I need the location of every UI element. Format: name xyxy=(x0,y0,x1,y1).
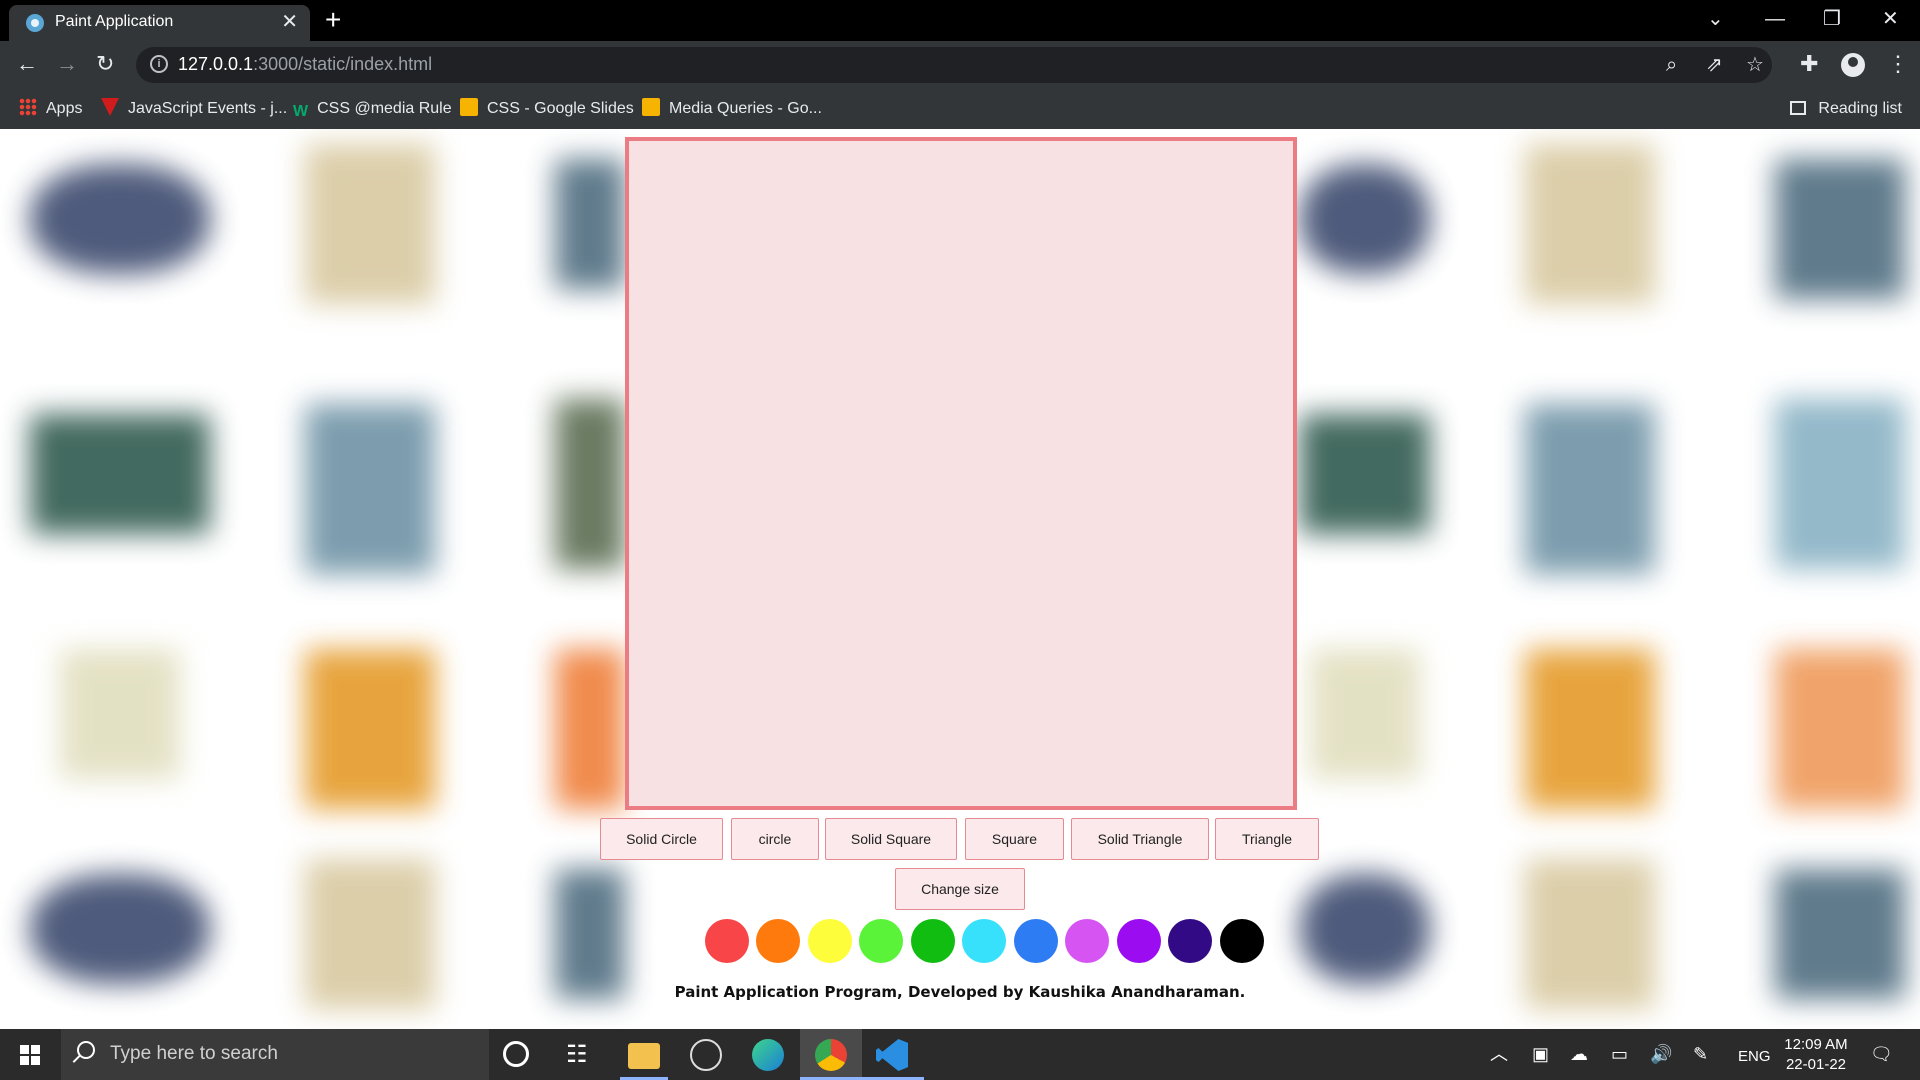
shape-toolbar: Solid Circle circle Solid Square Square … xyxy=(0,818,1920,910)
show-hidden-icons-icon[interactable]: ︿ xyxy=(1490,1043,1508,1065)
color-swatch[interactable] xyxy=(756,919,800,963)
apps-grid-icon xyxy=(19,98,37,116)
bookmark-css-google-slides[interactable]: CSS - Google Slides xyxy=(460,98,634,120)
meet-now-icon[interactable]: ▣ xyxy=(1532,1043,1549,1065)
share-icon[interactable]: ⇗ xyxy=(1706,53,1723,77)
zoom-icon[interactable]: ⌕ xyxy=(1666,53,1677,77)
url-text[interactable]: 127.0.0.1:3000/static/index.html xyxy=(178,54,432,75)
dell-icon[interactable] xyxy=(690,1039,722,1071)
battery-icon[interactable]: ▭ xyxy=(1611,1043,1628,1065)
tab-title: Paint Application xyxy=(55,13,174,30)
windows-start-icon[interactable] xyxy=(20,1045,40,1065)
taskbar-search[interactable]: Type here to search xyxy=(61,1029,489,1080)
language-indicator[interactable]: ENG xyxy=(1738,1046,1771,1068)
solid-square-button[interactable]: Solid Square xyxy=(825,818,957,860)
color-swatch[interactable] xyxy=(1116,919,1161,963)
back-icon[interactable]: ← xyxy=(16,51,38,77)
color-swatch[interactable] xyxy=(704,919,749,963)
onedrive-icon[interactable]: ☁ xyxy=(1570,1043,1588,1065)
reload-icon[interactable]: ↻ xyxy=(96,51,114,77)
tab-strip: Paint Application ✕ + ⌄ — ❐ ✕ xyxy=(0,0,1920,41)
bookmark-css-media-rule[interactable]: W CSS @media Rule xyxy=(293,98,452,120)
cortana-icon[interactable] xyxy=(503,1041,529,1067)
color-swatch[interactable] xyxy=(807,919,852,963)
pen-icon[interactable]: ✎ xyxy=(1693,1043,1708,1065)
profile-avatar-icon[interactable] xyxy=(1841,53,1865,77)
minimize-icon[interactable]: — xyxy=(1765,6,1785,32)
search-placeholder: Type here to search xyxy=(110,1043,278,1064)
vscode-icon[interactable] xyxy=(876,1039,908,1071)
system-clock[interactable]: 12:09 AM 22-01-22 xyxy=(1773,1035,1859,1075)
color-palette xyxy=(0,919,1920,965)
search-icon xyxy=(77,1041,95,1059)
forward-icon[interactable]: → xyxy=(56,51,78,77)
edge-browser-icon[interactable] xyxy=(752,1039,784,1071)
w3schools-icon: W xyxy=(293,103,309,120)
close-tab-icon[interactable]: ✕ xyxy=(281,11,298,33)
browser-tab[interactable]: Paint Application ✕ xyxy=(9,5,310,41)
taskbar: Type here to search ☷ ︿ ▣ ☁ ▭ 🔊 ✎ ENG 12… xyxy=(0,1029,1920,1080)
page-body: Solid Circle circle Solid Square Square … xyxy=(0,129,1920,1029)
color-swatch[interactable] xyxy=(1013,919,1058,963)
bookmark-apps[interactable]: Apps xyxy=(19,98,82,120)
square-button[interactable]: Square xyxy=(965,818,1064,860)
color-swatch[interactable] xyxy=(1065,919,1109,963)
close-window-icon[interactable]: ✕ xyxy=(1882,6,1899,32)
change-size-button[interactable]: Change size xyxy=(895,868,1025,910)
color-swatch[interactable] xyxy=(962,919,1006,963)
circle-button[interactable]: circle xyxy=(731,818,819,860)
site-info-icon[interactable]: i xyxy=(150,55,168,73)
color-swatch[interactable] xyxy=(910,919,955,963)
reading-list-button[interactable]: Reading list xyxy=(1790,98,1902,120)
restore-icon[interactable]: ❐ xyxy=(1823,6,1841,32)
footer-credit: Paint Application Program, Developed by … xyxy=(674,983,1246,1001)
menu-icon[interactable]: ⋮ xyxy=(1887,51,1909,77)
color-swatch[interactable] xyxy=(653,919,697,963)
solid-circle-button[interactable]: Solid Circle xyxy=(600,818,723,860)
new-tab-icon[interactable]: + xyxy=(325,4,341,36)
notifications-icon[interactable]: 🗨 xyxy=(1870,1043,1893,1065)
google-slides-icon xyxy=(642,98,660,116)
solid-triangle-button[interactable]: Solid Triangle xyxy=(1071,818,1209,860)
task-view-icon[interactable]: ☷ xyxy=(566,1039,598,1071)
clock-date: 22-01-22 xyxy=(1785,1056,1847,1073)
drawing-canvas[interactable] xyxy=(625,137,1297,810)
color-swatch[interactable] xyxy=(1219,919,1264,963)
bookmarks-bar: Apps JavaScript Events - j... W CSS @medi… xyxy=(0,89,1920,129)
extensions-icon[interactable]: ✚ xyxy=(1800,51,1818,77)
bookmark-favicon-icon xyxy=(101,98,119,116)
clock-time: 12:09 AM xyxy=(1784,1036,1848,1053)
google-slides-icon xyxy=(460,98,478,116)
triangle-button[interactable]: Triangle xyxy=(1215,818,1319,860)
bookmark-media-queries[interactable]: Media Queries - Go... xyxy=(642,98,822,120)
tab-search-icon[interactable]: ⌄ xyxy=(1707,6,1724,32)
bookmark-javascript-events[interactable]: JavaScript Events - j... xyxy=(101,98,287,120)
reading-list-icon xyxy=(1790,101,1807,115)
chrome-browser-icon[interactable] xyxy=(815,1039,847,1071)
app-favicon-icon xyxy=(26,14,44,32)
volume-icon[interactable]: 🔊 xyxy=(1650,1043,1672,1065)
address-bar[interactable]: i 127.0.0.1:3000/static/index.html ⌕ ⇗ ☆ xyxy=(136,47,1772,83)
color-swatch[interactable] xyxy=(1168,919,1212,963)
color-swatch[interactable] xyxy=(859,919,903,963)
bookmark-star-icon[interactable]: ☆ xyxy=(1746,53,1764,77)
file-explorer-icon[interactable] xyxy=(628,1043,660,1069)
browser-toolbar: ← → ↻ i 127.0.0.1:3000/static/index.html… xyxy=(0,41,1920,89)
